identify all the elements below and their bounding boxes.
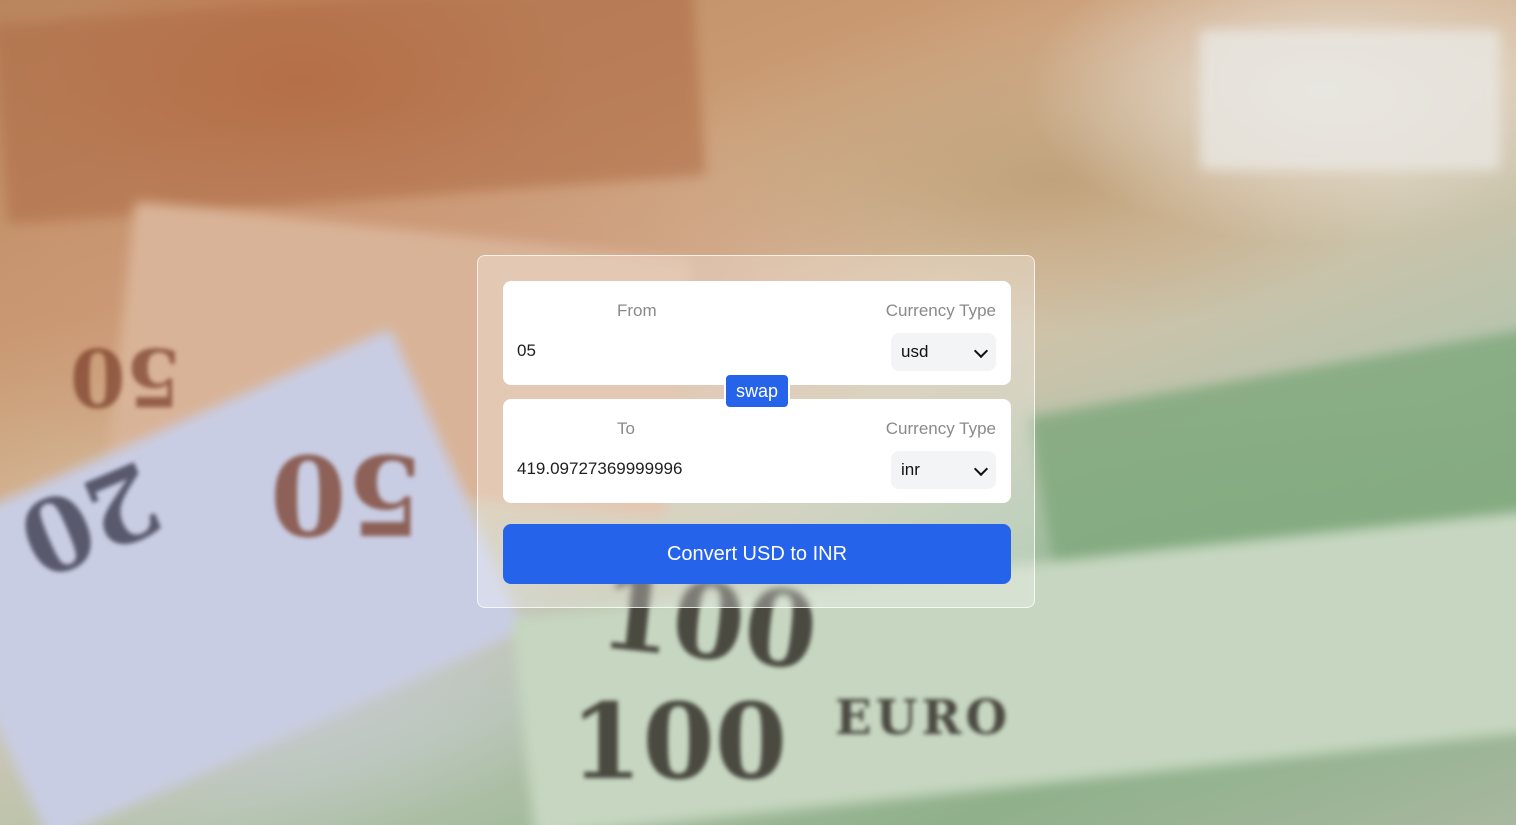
chevron-down-icon <box>973 461 989 477</box>
banknote-print: 100 <box>570 680 788 803</box>
banknote-print: 50 <box>270 430 424 559</box>
converter-card: From Currency Type usd To Currency Type … <box>477 255 1035 608</box>
convert-button[interactable]: Convert USD to INR <box>503 524 1011 584</box>
banknote-shape <box>1200 30 1500 170</box>
banknote-shape <box>0 0 707 225</box>
from-label: From <box>617 301 657 320</box>
to-label: To <box>617 419 635 438</box>
to-currency-select[interactable]: inr <box>891 451 996 489</box>
chevron-down-icon <box>973 343 989 359</box>
to-currency-type-label: Currency Type <box>885 419 996 438</box>
to-amount-input[interactable] <box>517 455 857 483</box>
banknote-print: 50 <box>70 330 182 424</box>
from-currency-type-label: Currency Type <box>885 301 996 320</box>
from-amount-input[interactable] <box>517 337 857 365</box>
from-panel: From Currency Type usd <box>503 281 1011 385</box>
to-currency-value: inr <box>901 460 920 479</box>
to-panel: To Currency Type inr <box>503 399 1011 503</box>
swap-button[interactable]: swap <box>724 373 790 409</box>
from-currency-select[interactable]: usd <box>891 333 996 371</box>
banknote-print: EURO <box>835 690 1012 746</box>
from-currency-value: usd <box>901 342 929 361</box>
